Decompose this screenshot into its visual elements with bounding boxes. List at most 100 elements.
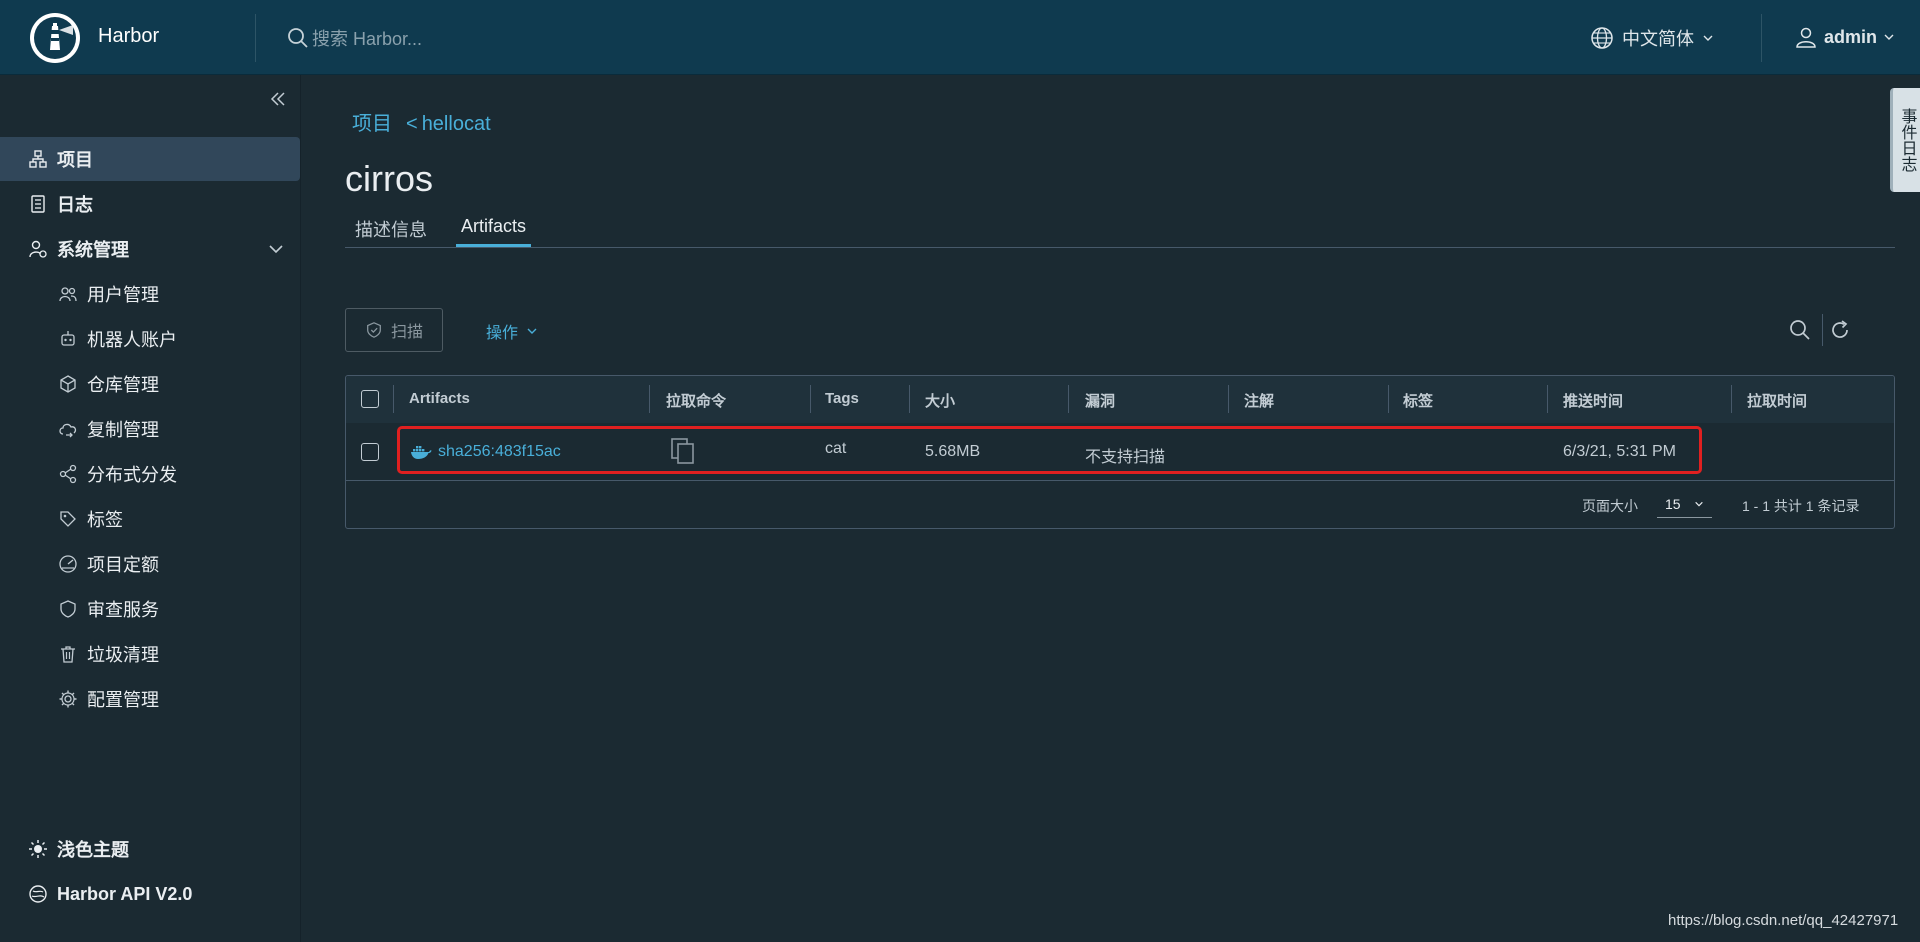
row-checkbox[interactable] (361, 443, 379, 461)
sidebar-item-replication[interactable]: 复制管理 (0, 407, 300, 451)
registry-icon (60, 375, 76, 393)
harbor-logo[interactable] (30, 13, 80, 63)
sidebar-item-labels[interactable]: 标签 (0, 497, 300, 541)
lighthouse-icon (34, 17, 76, 59)
copy-icon[interactable] (670, 437, 696, 465)
admin-icon (29, 240, 47, 258)
trash-icon (61, 646, 75, 663)
chevron-down-icon (1884, 34, 1894, 40)
column-separator (393, 385, 394, 413)
tab-info[interactable]: 描述信息 (350, 216, 432, 247)
api-icon (29, 885, 47, 903)
user-menu[interactable]: admin (1794, 25, 1895, 49)
watermark: https://blog.csdn.net/qq_42427971 (1668, 912, 1899, 929)
column-header-labels[interactable]: 标签 (1403, 390, 1433, 411)
sidebar-item-label: 垃圾清理 (87, 645, 159, 665)
theme-label: 浅色主题 (57, 840, 129, 860)
language-selector[interactable]: 中文简体 (1590, 25, 1714, 51)
sidebar-item-label: 仓库管理 (87, 375, 159, 395)
logs-icon (31, 195, 45, 213)
sidebar-item-label: 配置管理 (87, 690, 159, 710)
filter-search-icon[interactable] (1788, 318, 1812, 342)
chevron-down-icon (1695, 501, 1703, 506)
artifact-vulnerabilities: 不支持扫描 (1085, 449, 1166, 466)
column-separator (1731, 385, 1732, 413)
sidebar-item-label: 分布式分发 (87, 465, 177, 485)
breadcrumb-project-link[interactable]: hellocat (422, 113, 491, 135)
column-header-tags[interactable]: Tags (825, 390, 859, 407)
chevron-down-icon (527, 328, 537, 334)
sidebar-item-projects[interactable]: 项目 (0, 137, 300, 181)
column-header-size[interactable]: 大小 (925, 390, 955, 411)
sidebar-item-interrogation[interactable]: 审查服务 (0, 587, 300, 631)
breadcrumb: 项目 < hellocat (352, 107, 491, 136)
theme-toggle[interactable]: 浅色主题 (0, 827, 300, 871)
select-all-checkbox[interactable] (361, 390, 379, 408)
column-separator (1228, 385, 1229, 413)
sidebar-item-config[interactable]: 配置管理 (0, 677, 300, 721)
sidebar-item-label: 日志 (57, 195, 93, 215)
sidebar-item-label: 用户管理 (87, 285, 159, 305)
shield-check-icon (367, 322, 381, 338)
sidebar-item-admin[interactable]: 系统管理 (0, 227, 300, 271)
quota-icon (59, 555, 77, 573)
username: admin (1824, 26, 1878, 47)
sidebar-item-robots[interactable]: 机器人账户 (0, 317, 300, 361)
refresh-icon[interactable] (1828, 318, 1852, 342)
shield-icon (60, 600, 76, 618)
page-size-value: 15 (1665, 495, 1681, 512)
column-header-pull-command[interactable]: 拉取命令 (666, 390, 726, 411)
header-divider (1761, 14, 1762, 62)
distribution-icon (59, 464, 77, 484)
global-search-input[interactable] (310, 20, 714, 58)
artifact-tags: cat (825, 440, 847, 457)
sidebar-item-label: 系统管理 (57, 240, 129, 260)
artifact-push-time: 6/3/21, 5:31 PM (1563, 443, 1676, 460)
breadcrumb-separator: < (406, 113, 418, 135)
language-label: 中文简体 (1622, 29, 1694, 49)
artifact-digest-link[interactable]: sha256:483f15ac (410, 443, 561, 461)
page-size-select[interactable]: 15 (1657, 490, 1712, 518)
scan-label: 扫描 (390, 324, 423, 341)
tab-artifacts[interactable]: Artifacts (456, 216, 532, 247)
column-separator (649, 385, 650, 413)
sidebar-item-label: 复制管理 (87, 420, 159, 440)
actions-dropdown[interactable]: 操作 (486, 319, 538, 343)
breadcrumb-projects-link[interactable]: 项目 (352, 113, 392, 135)
pagination-info: 1 - 1 共计 1 条记录 (1742, 498, 1860, 514)
sidebar-item-quotas[interactable]: 项目定额 (0, 542, 300, 586)
page-title: cirros (345, 158, 433, 199)
actions-label: 操作 (486, 325, 519, 342)
header-divider (255, 14, 256, 62)
sidebar-item-logs[interactable]: 日志 (0, 182, 300, 226)
sidebar-item-registries[interactable]: 仓库管理 (0, 362, 300, 406)
column-separator (1547, 385, 1548, 413)
sidebar-item-label: 项目 (57, 150, 93, 170)
api-explorer-link[interactable]: Harbor API V2.0 (0, 872, 300, 916)
top-header: Harbor 中文简体 admin (0, 0, 1920, 75)
column-header-push-time[interactable]: 推送时间 (1563, 390, 1623, 411)
artifacts-table: Artifacts 拉取命令 Tags 大小 漏洞 注解 标签 推送时间 拉取时… (345, 375, 1895, 529)
column-header-pull-time[interactable]: 拉取时间 (1747, 390, 1807, 411)
sidebar-item-label: 标签 (87, 510, 123, 530)
scan-button[interactable]: 扫描 (345, 308, 443, 352)
column-header-artifacts[interactable]: Artifacts (409, 390, 470, 407)
toolbar-divider (1822, 314, 1823, 346)
docker-icon (411, 446, 432, 459)
artifact-digest: sha256:483f15ac (438, 443, 561, 460)
tab-bar: 描述信息 Artifacts (345, 210, 1895, 248)
collapse-sidebar-icon[interactable] (268, 89, 288, 109)
column-header-annotations[interactable]: 注解 (1244, 390, 1274, 411)
table-row[interactable]: sha256:483f15ac cat 5.68MB 不支持扫描 6/3/21,… (346, 423, 1894, 481)
search-icon (288, 28, 308, 48)
projects-icon (29, 150, 47, 168)
replication-icon (59, 423, 77, 438)
column-separator (1068, 385, 1069, 413)
sidebar-item-gc[interactable]: 垃圾清理 (0, 632, 300, 676)
event-log-tab[interactable]: 事件日志 (1890, 88, 1920, 192)
brand-name[interactable]: Harbor (98, 25, 159, 48)
sidebar-item-distribution[interactable]: 分布式分发 (0, 452, 300, 496)
sidebar-item-users[interactable]: 用户管理 (0, 272, 300, 316)
column-header-vulnerabilities[interactable]: 漏洞 (1085, 390, 1115, 411)
sidebar-item-label: 审查服务 (87, 600, 159, 620)
